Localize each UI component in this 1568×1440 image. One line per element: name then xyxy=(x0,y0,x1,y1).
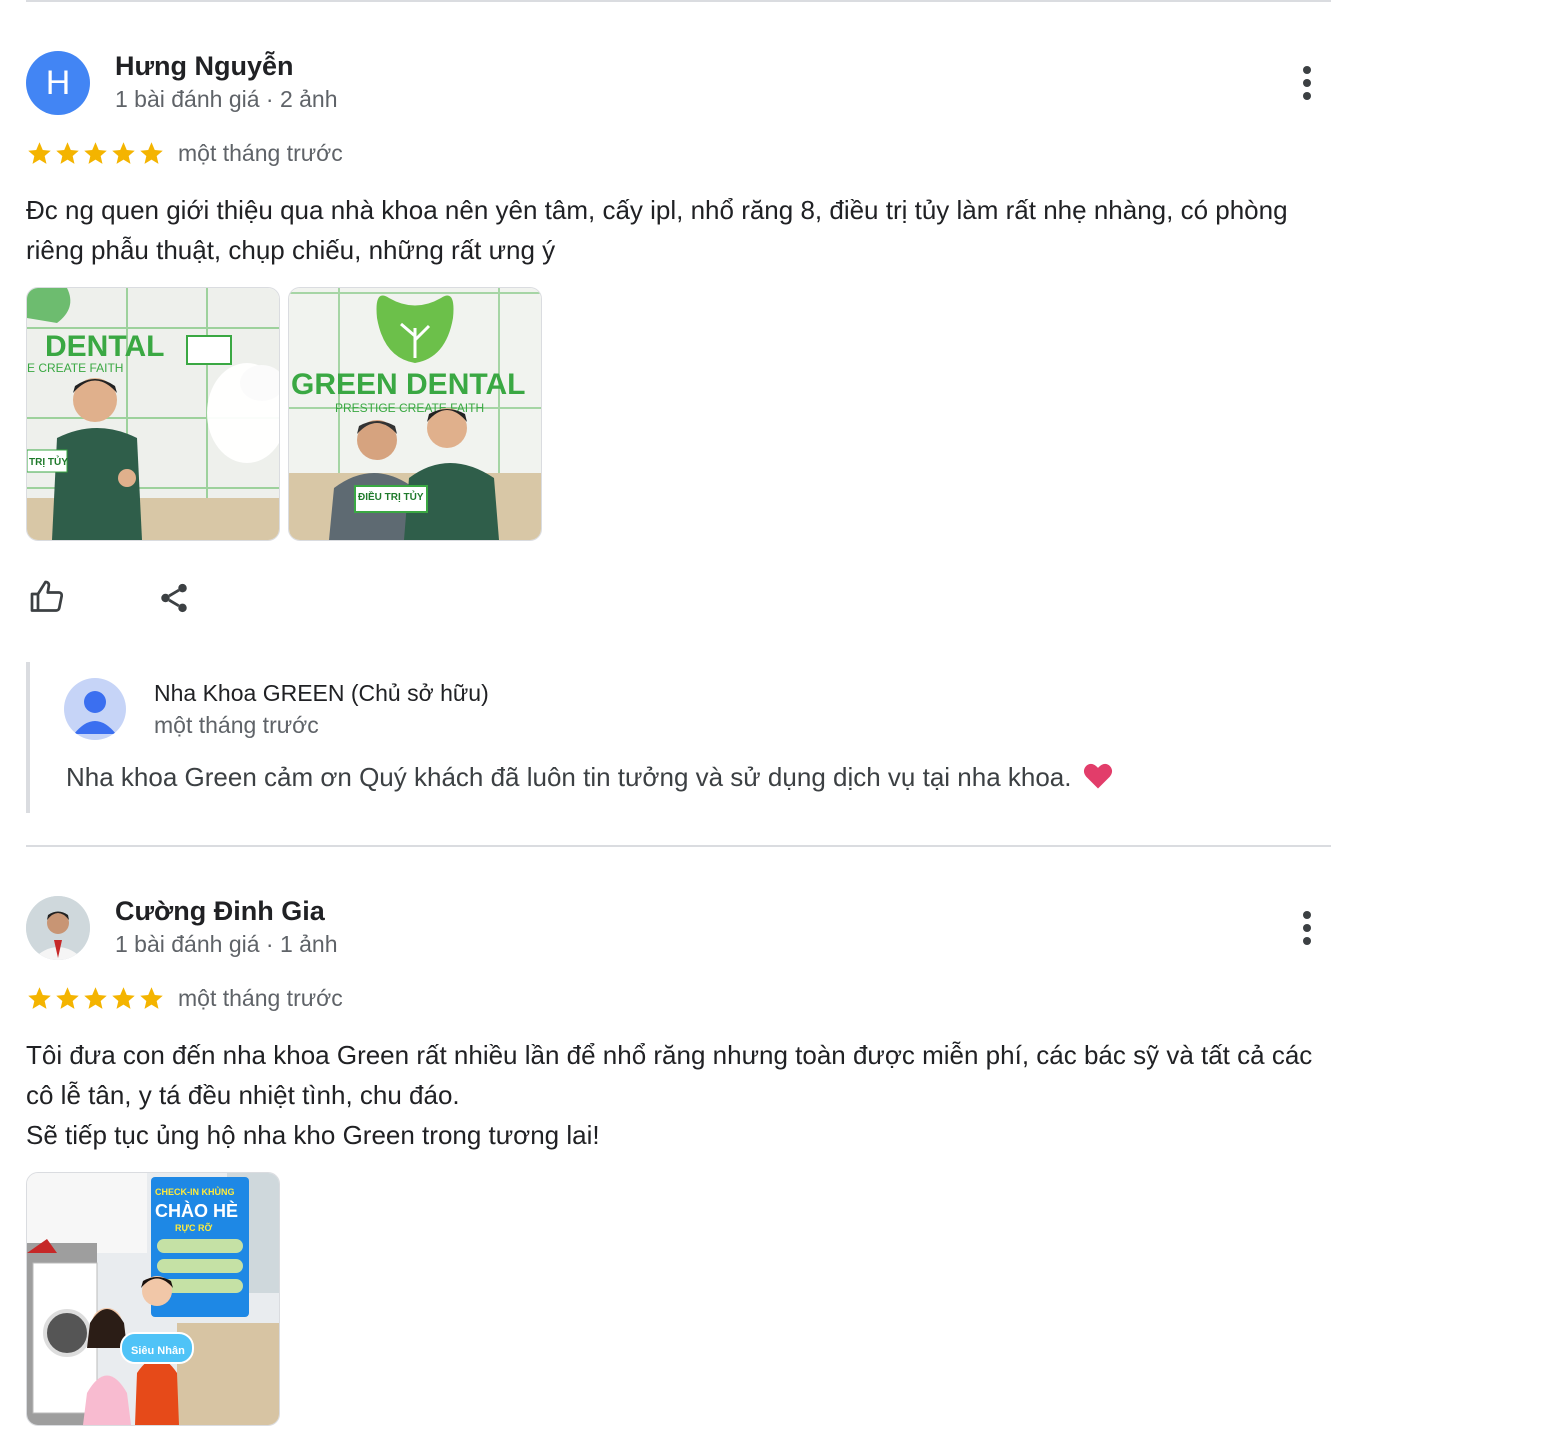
photo-tagline-text: E CREATE FAITH xyxy=(27,361,123,375)
star-rating xyxy=(26,140,165,167)
owner-reply: Nha Khoa GREEN (Chủ sở hữu) một tháng tr… xyxy=(26,662,1230,813)
review-text: Đc ng quen giới thiệu qua nhà khoa nên y… xyxy=(26,195,1288,265)
default-person-avatar-icon xyxy=(64,678,126,740)
avatar[interactable] xyxy=(26,896,90,960)
star-icon xyxy=(84,142,107,164)
avatar[interactable]: H xyxy=(26,51,90,115)
review-divider xyxy=(26,0,1331,2)
star-icon xyxy=(56,142,79,164)
reviewer-meta[interactable]: 1 bài đánh giá · 1 ảnh xyxy=(115,931,338,958)
clinic-photo: DENTAL E CREATE FAITH TRỊ TỦY xyxy=(27,288,279,540)
review-text: Tôi đưa con đến nha khoa Green rất nhiều… xyxy=(26,1040,1313,1150)
review-photo[interactable]: DENTAL E CREATE FAITH TRỊ TỦY xyxy=(26,287,280,541)
clinic-photo: GREEN DENTAL PRESTIGE CREATE FAITH ĐIỀU … xyxy=(289,288,541,540)
star-icon xyxy=(28,142,51,164)
reviewer-meta[interactable]: 1 bài đánh giá · 2 ảnh xyxy=(115,86,338,113)
share-button[interactable] xyxy=(151,575,197,621)
star-icon xyxy=(56,987,79,1009)
photo-sign-text: GREEN DENTAL xyxy=(291,368,525,401)
banner-line-3: RỰC RỠ xyxy=(175,1223,212,1233)
photo-sign-text: DENTAL xyxy=(45,330,164,363)
share-icon xyxy=(161,583,187,613)
review-photo[interactable]: CHECK-IN KHỦNG CHÀO HÈ RỰC RỠ Siêu Nhân xyxy=(26,1172,280,1426)
owner-name: Nha Khoa GREEN (Chủ sở hữu) xyxy=(154,680,489,706)
star-icon xyxy=(84,987,107,1009)
photo-card-text: Siêu Nhân xyxy=(131,1345,185,1357)
review-divider xyxy=(26,845,1331,847)
heart-emoji-icon xyxy=(1083,763,1112,789)
reviewer-name[interactable]: Cường Đinh Gia xyxy=(115,896,325,927)
more-options-button[interactable] xyxy=(1290,905,1324,951)
review-time: một tháng trước xyxy=(178,140,343,166)
review-time: một tháng trước xyxy=(178,985,343,1011)
banner-line-1: CHECK-IN KHỦNG xyxy=(155,1186,235,1197)
user-photo-avatar xyxy=(26,896,90,960)
more-vert-icon xyxy=(1303,911,1311,945)
more-options-button[interactable] xyxy=(1290,60,1324,106)
star-icon xyxy=(112,142,135,164)
reply-time: một tháng trước xyxy=(154,712,319,738)
reviewer-name[interactable]: Hưng Nguyễn xyxy=(115,51,294,82)
like-button[interactable] xyxy=(24,574,70,620)
star-rating xyxy=(26,985,165,1012)
reply-text: Nha khoa Green cảm ơn Quý khách đã luôn … xyxy=(66,762,1072,792)
review-photo[interactable]: GREEN DENTAL PRESTIGE CREATE FAITH ĐIỀU … xyxy=(288,287,542,541)
thumb-up-icon xyxy=(30,580,64,612)
photo-card-text: TRỊ TỦY xyxy=(29,455,68,468)
star-icon xyxy=(28,987,51,1009)
banner-line-2: CHÀO HÈ xyxy=(155,1200,238,1221)
star-icon xyxy=(112,987,135,1009)
more-vert-icon xyxy=(1303,66,1311,100)
star-icon xyxy=(140,987,163,1009)
photo-card-text: ĐIỀU TRỊ TỦY xyxy=(358,490,424,503)
reply-text-row: Nha khoa Green cảm ơn Quý khách đã luôn … xyxy=(66,762,1113,793)
star-icon xyxy=(140,142,163,164)
checkin-photo: CHECK-IN KHỦNG CHÀO HÈ RỰC RỠ Siêu Nhân xyxy=(27,1173,279,1425)
